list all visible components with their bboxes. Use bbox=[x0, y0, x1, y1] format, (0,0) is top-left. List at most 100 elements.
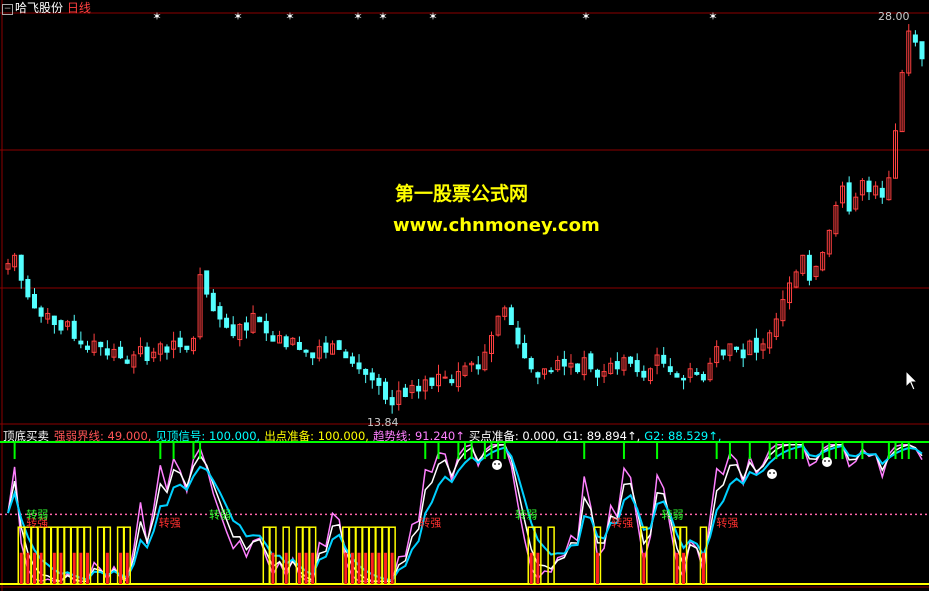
turn-strong-label: 转强 bbox=[716, 515, 738, 529]
candle-body bbox=[323, 342, 329, 353]
candle-body bbox=[84, 345, 90, 350]
candle-body bbox=[118, 346, 124, 359]
turn-weak-label: 转弱 bbox=[515, 507, 537, 521]
candle-body bbox=[522, 342, 528, 359]
candle-body bbox=[303, 349, 309, 353]
candle-body bbox=[634, 360, 640, 373]
candle-body bbox=[263, 320, 269, 334]
turn-weak-label: 转弱 bbox=[209, 507, 231, 521]
candle-body bbox=[561, 358, 567, 367]
candle-body bbox=[429, 377, 435, 386]
candle-body bbox=[383, 381, 389, 400]
top-marker: ✶ bbox=[708, 10, 717, 23]
candle-body bbox=[734, 346, 740, 350]
candle-body bbox=[528, 358, 534, 370]
candle-body bbox=[661, 354, 667, 364]
top-marker: ✶ bbox=[581, 10, 590, 23]
candle-body bbox=[296, 342, 302, 350]
candle-body bbox=[575, 363, 581, 373]
candle-body bbox=[51, 315, 57, 326]
turn-strong-label: 转强 bbox=[419, 515, 441, 529]
top-marker: ✶ bbox=[152, 10, 161, 23]
candle-body bbox=[416, 385, 422, 392]
candle-body bbox=[224, 317, 230, 328]
candle-body bbox=[866, 180, 872, 193]
candle-body bbox=[104, 348, 110, 356]
chart-canvas[interactable]: ✶ ✶ ✶ ✶ ✶ ✶ ✶ ✶转强 转强 转强 转强 转强转弱 转弱 转弱 转弱 bbox=[0, 0, 929, 591]
candle-body bbox=[594, 369, 600, 378]
stock-chart-window[interactable]: ✶ ✶ ✶ ✶ ✶ ✶ ✶ ✶ 转强 转强 转强 转强 转强 转弱 转弱 转弱 转弱 − 哈飞股份 日线 28.0… bbox=[0, 0, 929, 591]
candle-body bbox=[257, 316, 263, 323]
candle-body bbox=[740, 349, 746, 359]
candle-body bbox=[38, 307, 44, 317]
candle-body bbox=[243, 322, 249, 331]
indicator-item: 出点准备: 100.000, bbox=[264, 429, 369, 443]
indicator-item: 强弱界线: 49.000, bbox=[54, 429, 152, 443]
sell-prep-bar bbox=[547, 526, 555, 585]
candle-body bbox=[349, 356, 355, 364]
candle-body bbox=[164, 346, 170, 353]
g2-line bbox=[7, 444, 923, 582]
candle-body bbox=[230, 324, 236, 337]
candle-body bbox=[442, 376, 448, 379]
sell-prep-bar bbox=[96, 526, 105, 585]
indicator-values: 强弱界线: 49.000, 见顶信号: 100.000, 出点准备: 100.000… bbox=[54, 429, 726, 443]
indicator-item: G2: 88.529↑, bbox=[644, 429, 722, 443]
candle-body bbox=[674, 373, 680, 378]
candle-body bbox=[98, 341, 104, 348]
cursor-arrow-icon bbox=[905, 369, 919, 396]
candle-body bbox=[641, 370, 647, 378]
candle-body bbox=[700, 373, 706, 381]
indicator-item: 买点准备: 0.000, bbox=[468, 429, 559, 443]
candle-body bbox=[588, 353, 594, 370]
candle-body bbox=[667, 366, 673, 373]
candle-body bbox=[310, 352, 316, 359]
candle-body bbox=[31, 294, 37, 309]
candle-body bbox=[363, 368, 369, 375]
smiley-eye bbox=[824, 460, 826, 462]
turn-strong-label: 转强 bbox=[159, 515, 181, 529]
candle-body bbox=[548, 370, 554, 373]
top-marker: ✶ bbox=[353, 10, 362, 23]
candle-body bbox=[144, 346, 150, 362]
candle-body bbox=[343, 351, 349, 359]
candle-body bbox=[124, 359, 130, 364]
candle-body bbox=[879, 187, 885, 198]
candle-body bbox=[336, 340, 342, 350]
candle-body bbox=[508, 307, 514, 326]
indicator-name: 顶底买卖 bbox=[3, 429, 49, 443]
candle-body bbox=[753, 337, 759, 353]
smiley-eye bbox=[828, 460, 830, 462]
candle-body bbox=[402, 387, 408, 397]
candle-body bbox=[78, 340, 84, 345]
candle-body bbox=[846, 182, 852, 212]
candle-body bbox=[912, 34, 918, 43]
candle-body bbox=[694, 372, 700, 375]
candle-body bbox=[389, 397, 395, 406]
smiley-eye bbox=[769, 472, 771, 474]
minus-icon[interactable]: − bbox=[2, 4, 13, 15]
candle-body bbox=[806, 254, 812, 281]
price-high-label: 28.00 bbox=[878, 10, 910, 23]
watermark-url: www.chnmoney.com bbox=[393, 215, 600, 236]
candle-body bbox=[58, 320, 64, 331]
indicator-item: 趋势线: 91.240↑ bbox=[372, 429, 465, 443]
candle-body bbox=[270, 335, 276, 342]
candle-body bbox=[681, 377, 687, 381]
candle-body bbox=[356, 362, 362, 370]
candle-body bbox=[184, 345, 190, 350]
stock-name: 哈飞股份 bbox=[15, 1, 64, 15]
candle-body bbox=[18, 254, 24, 281]
smiley-icon bbox=[492, 460, 502, 470]
candle-body bbox=[204, 270, 210, 295]
candle-body bbox=[369, 372, 375, 381]
smiley-eye bbox=[773, 472, 775, 474]
smiley-icon bbox=[767, 469, 777, 479]
turn-strong-label: 转强 bbox=[611, 515, 633, 529]
indicator-item: 见顶信号: 100.000, bbox=[155, 429, 261, 443]
candle-body bbox=[376, 377, 382, 386]
indicator-item: G1: 89.894↑, bbox=[562, 429, 641, 443]
period-label: 日线 bbox=[66, 1, 91, 15]
indicator-header: 顶底买卖 强弱界线: 49.000, 见顶信号: 100.000, 出点准备: 100… bbox=[3, 428, 726, 444]
smiley-icon bbox=[822, 457, 832, 467]
